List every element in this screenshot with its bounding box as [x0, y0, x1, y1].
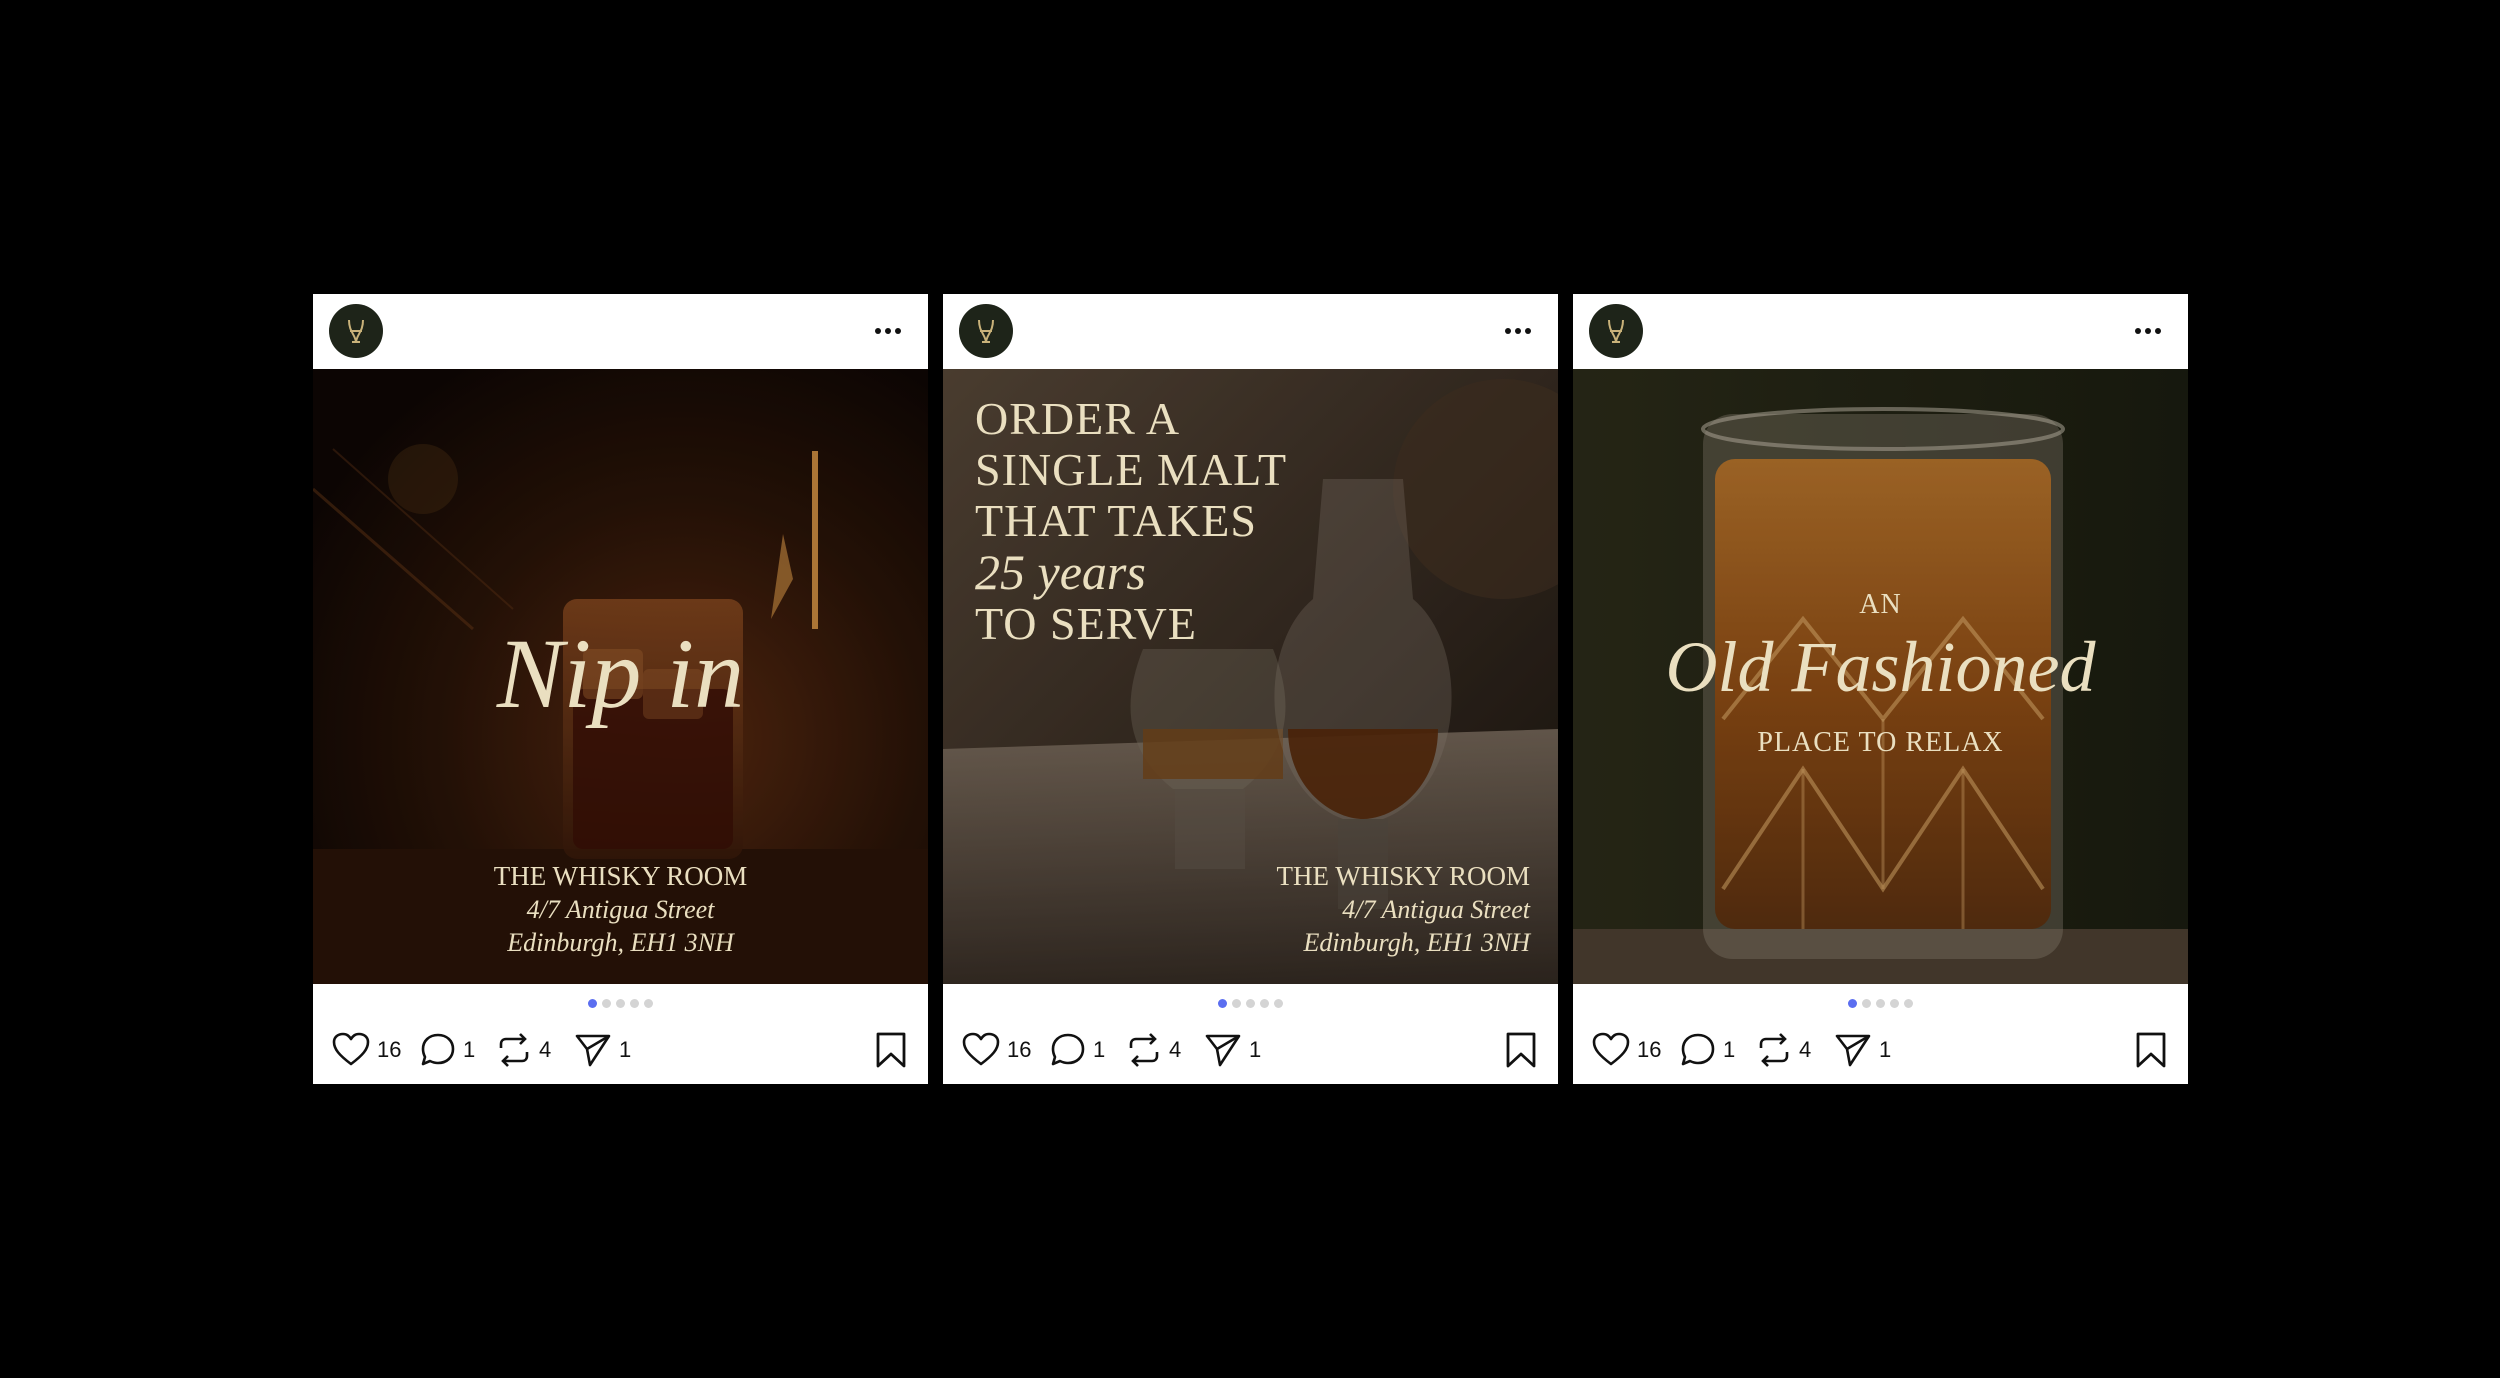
bookmark-icon [1506, 1032, 1536, 1068]
venue-city: Edinburgh, EH1 3NH [507, 928, 734, 957]
heart-icon [962, 1032, 1000, 1066]
carousel-dot[interactable] [1246, 999, 1255, 1008]
share-count: 1 [1249, 1037, 1262, 1062]
carousel-dot[interactable] [1274, 999, 1283, 1008]
repost-button[interactable]: 4 [1125, 1030, 1181, 1070]
whisky-glass-logo-icon [348, 319, 364, 343]
post-header [1573, 294, 2188, 369]
whisky-glass-logo-icon [978, 319, 994, 343]
share-button[interactable]: 1 [1203, 1030, 1261, 1070]
slide-headline: Old Fashioned [1665, 627, 2096, 707]
more-options-button[interactable] [868, 316, 908, 346]
comment-button[interactable]: 1 [419, 1030, 475, 1070]
slide-headline: Nip in [496, 618, 745, 729]
send-icon [1835, 1034, 1871, 1067]
carousel-dot[interactable] [644, 999, 653, 1008]
carousel-dot[interactable] [1232, 999, 1241, 1008]
more-options-button[interactable] [1498, 316, 1538, 346]
send-icon [575, 1034, 611, 1067]
slide-line-5: TO SERVE [975, 598, 1197, 649]
slide-line-4: 25 years [975, 544, 1146, 600]
action-bar: 16 1 4 1 [313, 1024, 928, 1074]
profile-avatar[interactable] [1589, 304, 1643, 358]
repost-count: 4 [1799, 1037, 1812, 1062]
carousel-dot[interactable] [616, 999, 625, 1008]
comment-icon [1681, 1033, 1715, 1066]
bookmark-button[interactable] [1502, 1030, 1540, 1075]
slide-line-2: SINGLE MALT [975, 444, 1288, 495]
more-options-icon [2135, 328, 2161, 334]
repost-icon [499, 1033, 529, 1067]
slide-line-3: THAT TAKES [975, 495, 1257, 546]
comment-button[interactable]: 1 [1049, 1030, 1105, 1070]
comment-count: 1 [1093, 1037, 1106, 1062]
venue-name: THE WHISKY ROOM [493, 861, 748, 891]
repost-button[interactable]: 4 [495, 1030, 551, 1070]
action-bar: 16 1 4 1 [943, 1024, 1558, 1074]
post-card-nip-in: Nip in THE WHISKY ROOM 4/7 Antigua Stree… [313, 294, 928, 1084]
repost-icon [1759, 1033, 1789, 1067]
venue-street: 4/7 Antigua Street [1342, 895, 1530, 924]
like-button[interactable]: 16 [331, 1030, 401, 1070]
venue-city: Edinburgh, EH1 3NH [1303, 928, 1530, 957]
carousel-dot[interactable] [1904, 999, 1913, 1008]
slide-line-1: ORDER A [975, 393, 1181, 444]
post-image[interactable]: Nip in THE WHISKY ROOM 4/7 Antigua Stree… [313, 369, 928, 984]
carousel-indicator [313, 999, 928, 1011]
bookmark-icon [876, 1032, 906, 1068]
more-options-button[interactable] [2128, 316, 2168, 346]
carousel-indicator [943, 999, 1558, 1011]
heart-icon [1592, 1032, 1630, 1066]
slide-subtitle: PLACE TO RELAX [1757, 727, 2004, 758]
comment-count: 1 [1723, 1037, 1736, 1062]
post-card-single-malt: ORDER A SINGLE MALT THAT TAKES 25 years … [943, 294, 1558, 1084]
carousel-dot[interactable] [630, 999, 639, 1008]
like-button[interactable]: 16 [961, 1030, 1031, 1070]
slide-pretitle: AN [1859, 589, 1902, 620]
post-image[interactable]: AN Old Fashioned PLACE TO RELAX [1573, 369, 2188, 984]
carousel-dot[interactable] [588, 999, 597, 1008]
like-count: 16 [1637, 1037, 1662, 1062]
carousel-dot[interactable] [1890, 999, 1899, 1008]
venue-name: THE WHISKY ROOM [1276, 861, 1531, 891]
whisky-glass-logo-icon [1608, 319, 1624, 343]
carousel-dot[interactable] [1260, 999, 1269, 1008]
comment-icon [421, 1033, 455, 1066]
more-options-icon [875, 328, 901, 334]
heart-icon [332, 1032, 370, 1066]
carousel-dot[interactable] [1218, 999, 1227, 1008]
comment-count: 1 [463, 1037, 476, 1062]
share-count: 1 [1879, 1037, 1892, 1062]
carousel-indicator [1573, 999, 2188, 1011]
carousel-dot[interactable] [1876, 999, 1885, 1008]
repost-button[interactable]: 4 [1755, 1030, 1811, 1070]
carousel-dot[interactable] [602, 999, 611, 1008]
like-count: 16 [1007, 1037, 1032, 1062]
like-button[interactable]: 16 [1591, 1030, 1661, 1070]
post-header [943, 294, 1558, 369]
repost-count: 4 [1169, 1037, 1182, 1062]
comment-button[interactable]: 1 [1679, 1030, 1735, 1070]
post-card-old-fashioned: AN Old Fashioned PLACE TO RELAX 16 1 4 1 [1573, 294, 2188, 1084]
more-options-icon [1505, 328, 1531, 334]
repost-icon [1129, 1033, 1159, 1067]
send-icon [1205, 1034, 1241, 1067]
profile-avatar[interactable] [329, 304, 383, 358]
like-count: 16 [377, 1037, 402, 1062]
bookmark-button[interactable] [2132, 1030, 2170, 1075]
action-bar: 16 1 4 1 [1573, 1024, 2188, 1074]
share-button[interactable]: 1 [573, 1030, 631, 1070]
post-image[interactable]: ORDER A SINGLE MALT THAT TAKES 25 years … [943, 369, 1558, 984]
profile-avatar[interactable] [959, 304, 1013, 358]
share-count: 1 [619, 1037, 632, 1062]
bookmark-icon [2136, 1032, 2166, 1068]
share-button[interactable]: 1 [1833, 1030, 1891, 1070]
venue-street: 4/7 Antigua Street [526, 895, 715, 924]
repost-count: 4 [539, 1037, 552, 1062]
post-header [313, 294, 928, 369]
carousel-dot[interactable] [1848, 999, 1857, 1008]
bookmark-button[interactable] [872, 1030, 910, 1075]
carousel-dot[interactable] [1862, 999, 1871, 1008]
comment-icon [1051, 1033, 1085, 1066]
